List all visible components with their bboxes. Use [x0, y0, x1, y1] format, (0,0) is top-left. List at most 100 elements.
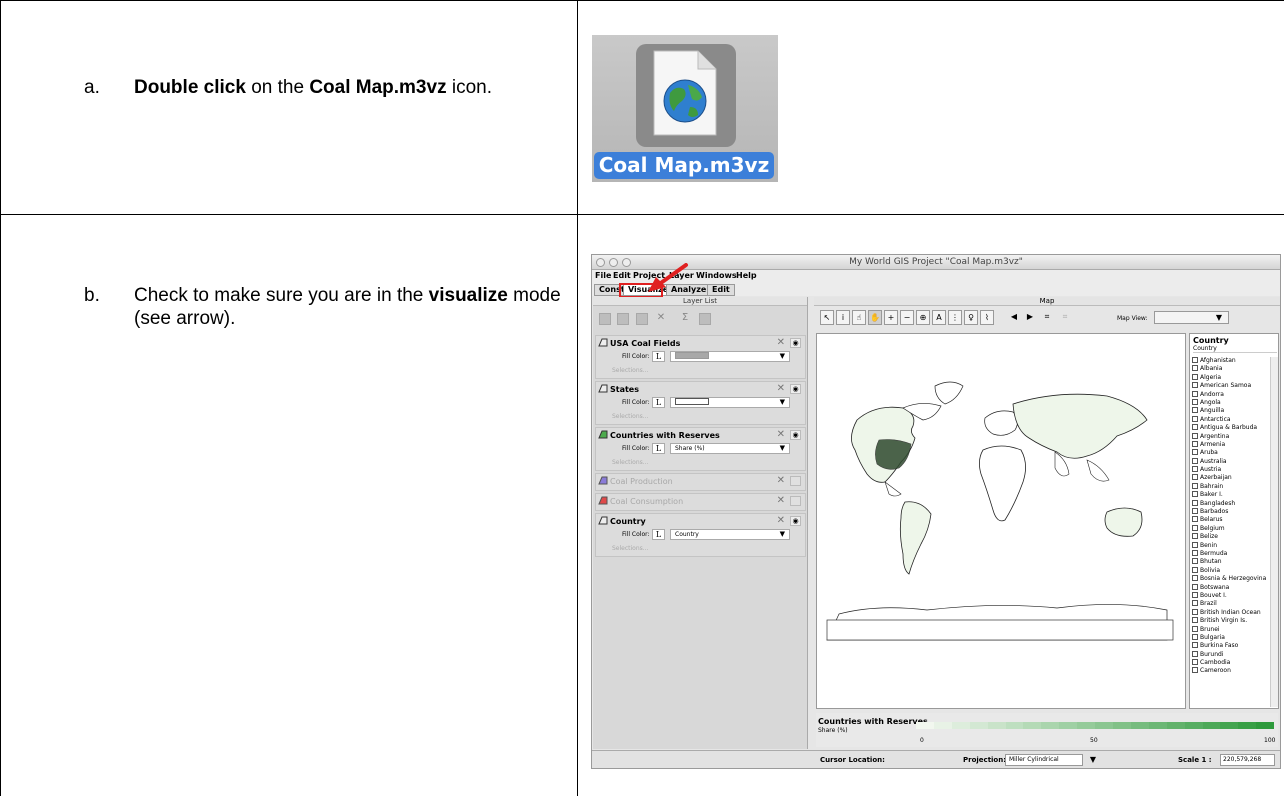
layer-states[interactable]: States ✕ ◉ Fill Color: L ▼ Selections... — [595, 381, 806, 425]
forward-arrow-icon[interactable]: ▶ — [1023, 310, 1037, 325]
country-checkbox[interactable] — [1192, 642, 1198, 649]
info-tool-icon[interactable]: i — [836, 310, 850, 325]
remove-layer-icon[interactable]: ✕ — [777, 337, 785, 348]
remove-layer-icon[interactable]: ✕ — [777, 495, 785, 506]
profile-tool-icon[interactable]: ⌇ — [980, 310, 994, 325]
map-canvas[interactable] — [816, 333, 1186, 709]
country-checkbox[interactable] — [1192, 449, 1198, 456]
country-checkbox[interactable] — [1192, 499, 1198, 506]
list-item[interactable]: Antarctica — [1192, 415, 1270, 424]
list-item[interactable]: Armenia — [1192, 440, 1270, 449]
country-checkbox[interactable] — [1192, 650, 1198, 657]
pan-tool-icon[interactable]: ✋ — [868, 310, 882, 325]
legend-button[interactable]: L — [652, 351, 665, 362]
chart-icon[interactable] — [699, 313, 711, 325]
layer-usa-coal-fields[interactable]: USA Coal Fields ✕ ◉ Fill Color: L ▼ Sele… — [595, 335, 806, 379]
country-checkbox[interactable] — [1192, 667, 1198, 674]
select-tool-icon[interactable]: ☝ — [852, 310, 866, 325]
visibility-toggle-icon[interactable]: ◉ — [790, 338, 801, 348]
selections-toggle[interactable]: Selections... — [612, 413, 649, 420]
list-item[interactable]: Austria — [1192, 466, 1270, 474]
country-checkbox[interactable] — [1192, 533, 1198, 540]
list-item[interactable]: Burundi — [1192, 650, 1270, 659]
visibility-toggle-icon[interactable]: ◉ — [790, 516, 801, 526]
list-item[interactable]: Cameroon — [1192, 667, 1270, 675]
table-icon[interactable] — [636, 313, 648, 325]
selections-toggle[interactable]: Selections... — [612, 367, 649, 374]
country-checkbox[interactable] — [1192, 440, 1198, 447]
country-checkbox[interactable] — [1192, 365, 1198, 372]
list-item[interactable]: Aruba — [1192, 449, 1270, 457]
country-checkbox[interactable] — [1192, 482, 1198, 489]
visibility-toggle-icon[interactable] — [790, 496, 801, 506]
country-checkbox[interactable] — [1192, 633, 1198, 640]
country-checkbox[interactable] — [1192, 566, 1198, 573]
list-item[interactable]: Cambodia — [1192, 659, 1270, 667]
fill-color-dropdown[interactable]: Share (%) ▼ — [670, 443, 790, 454]
list-item[interactable]: Bosnia & Herzegovina — [1192, 575, 1270, 583]
list-item[interactable]: Algeria — [1192, 373, 1270, 382]
list-item[interactable]: Bangladesh — [1192, 499, 1270, 508]
list-item[interactable]: Belgium — [1192, 524, 1270, 533]
list-item[interactable]: Bahrain — [1192, 482, 1270, 491]
list-item[interactable]: Benin — [1192, 541, 1270, 550]
country-checkbox[interactable] — [1192, 600, 1198, 607]
pointer-tool-icon[interactable]: ↖ — [820, 310, 834, 325]
country-checkbox[interactable] — [1192, 625, 1198, 632]
sum-icon[interactable]: Σ — [679, 313, 691, 325]
list-item[interactable]: Antigua & Barbuda — [1192, 424, 1270, 432]
list-item[interactable]: Brazil — [1192, 600, 1270, 608]
country-checkbox[interactable] — [1192, 415, 1198, 422]
zoom-extent-icon[interactable]: ⌗ — [1040, 310, 1054, 325]
layer-coal-production[interactable]: Coal Production ✕ — [595, 473, 806, 491]
legend-button[interactable]: L — [652, 443, 665, 454]
list-item[interactable]: Bulgaria — [1192, 633, 1270, 642]
legend-button[interactable]: L — [652, 397, 665, 408]
fill-color-dropdown[interactable]: ▼ — [670, 351, 790, 362]
list-item[interactable]: Azerbaijan — [1192, 474, 1270, 482]
menu-edit[interactable]: Edit — [613, 271, 631, 280]
list-item[interactable]: Bouvet I. — [1192, 591, 1270, 600]
list-item[interactable]: Baker I. — [1192, 491, 1270, 499]
zoom-in-icon[interactable]: + — [884, 310, 898, 325]
list-item[interactable]: American Samoa — [1192, 382, 1270, 390]
list-item[interactable]: British Virgin Is. — [1192, 617, 1270, 625]
country-checkbox[interactable] — [1192, 659, 1198, 666]
list-item[interactable]: Bhutan — [1192, 558, 1270, 566]
list-item[interactable]: Belarus — [1192, 516, 1270, 524]
map-view-dropdown[interactable]: ▼ — [1154, 311, 1229, 324]
list-item[interactable]: Albania — [1192, 365, 1270, 373]
list-item[interactable]: Afghanistan — [1192, 357, 1270, 365]
list-item[interactable]: Belize — [1192, 533, 1270, 541]
country-checkbox[interactable] — [1192, 457, 1198, 464]
tab-edit[interactable]: Edit — [707, 284, 735, 296]
grid-tool-icon[interactable]: ⋮ — [948, 310, 962, 325]
zoom-out-icon[interactable]: − — [900, 310, 914, 325]
country-list-scrollbar[interactable] — [1270, 357, 1278, 707]
country-checkbox[interactable] — [1192, 558, 1198, 565]
country-checkbox[interactable] — [1192, 373, 1198, 380]
list-item[interactable]: Bermuda — [1192, 549, 1270, 558]
coal-map-file-icon[interactable]: Coal Map.m3vz — [592, 35, 778, 182]
add-layer-icon[interactable] — [599, 313, 611, 325]
menu-file[interactable]: File — [595, 271, 611, 280]
list-item[interactable]: Angola — [1192, 398, 1270, 407]
country-checkbox[interactable] — [1192, 591, 1198, 598]
file-name-label[interactable]: Coal Map.m3vz — [594, 152, 774, 179]
list-item[interactable]: British Indian Ocean — [1192, 608, 1270, 617]
visibility-toggle-icon[interactable] — [790, 476, 801, 486]
fill-color-dropdown[interactable]: Country ▼ — [670, 529, 790, 540]
measure-tool-icon[interactable]: A — [932, 310, 946, 325]
layer-country[interactable]: Country ✕ ◉ Fill Color: L Country ▼ Selec… — [595, 513, 806, 557]
delete-layer-icon[interactable]: ✕ — [655, 313, 667, 325]
remove-layer-icon[interactable]: ✕ — [777, 429, 785, 440]
list-item[interactable]: Andorra — [1192, 390, 1270, 399]
country-checkbox[interactable] — [1192, 508, 1198, 515]
selections-toggle[interactable]: Selections... — [612, 545, 649, 552]
country-checkbox[interactable] — [1192, 466, 1198, 473]
layer-properties-icon[interactable] — [617, 313, 629, 325]
country-checkbox[interactable] — [1192, 549, 1198, 556]
list-item[interactable]: Brunei — [1192, 625, 1270, 634]
country-checkbox[interactable] — [1192, 390, 1198, 397]
country-checkbox[interactable] — [1192, 583, 1198, 590]
